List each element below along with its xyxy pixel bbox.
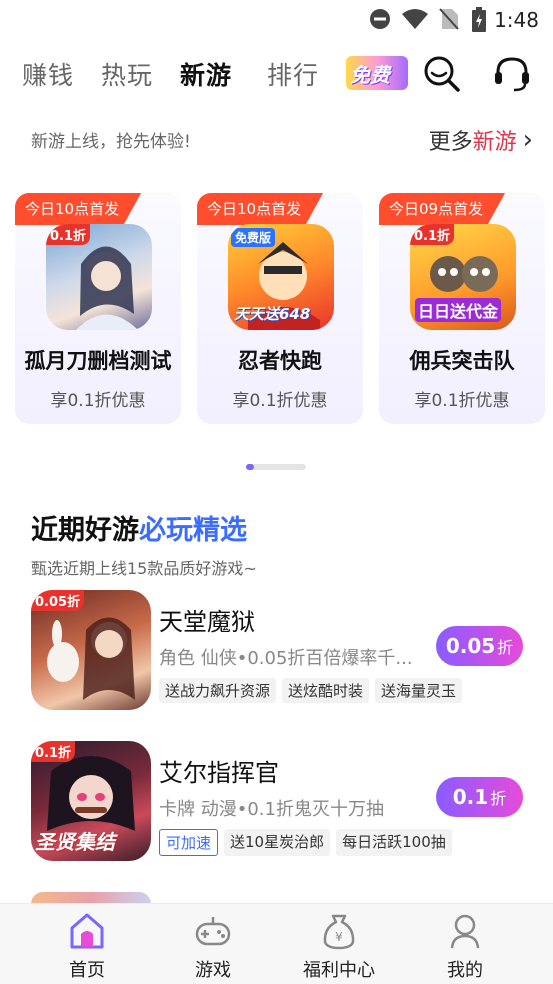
gamepad-icon — [195, 917, 231, 946]
battery-charging-icon — [472, 7, 486, 32]
discount-badge: 0.1折 — [46, 224, 91, 245]
release-time-tag: 今日10点首发 — [197, 193, 324, 225]
user-icon — [450, 914, 480, 949]
promo-text: 新游上线，抢先体验! — [31, 132, 191, 152]
more-highlight: 新游 — [472, 130, 517, 155]
discount-unit: 折 — [490, 789, 507, 808]
game-icon: 免费版 天天送648 — [228, 224, 334, 330]
more-new-games-link[interactable]: 更多 新游 › — [429, 124, 533, 156]
game-desc: 角色 仙侠•0.05折百倍爆率千... — [159, 648, 413, 669]
customer-service-icon[interactable] — [492, 54, 532, 94]
nav-mine-label: 我的 — [447, 960, 483, 981]
nav-home-label: 首页 — [69, 960, 105, 981]
section-subtitle: 甄选近期上线15款品质好游戏~ — [31, 559, 257, 578]
game-name: 艾尔指挥官 — [159, 759, 279, 787]
nav-welfare[interactable]: ¥ 福利中心 — [289, 904, 389, 984]
search-icon[interactable] — [422, 54, 462, 94]
game-icon: 0.05折 — [31, 590, 151, 710]
chevron-right-icon: › — [522, 125, 533, 155]
free-badge[interactable]: 免费 — [346, 56, 408, 90]
icon-caption: 日日送代金 — [415, 298, 502, 322]
section-title-prefix: 近期好游 — [31, 515, 139, 546]
free-badge-label: 免费 — [350, 63, 390, 87]
do-not-disturb-icon — [370, 9, 390, 29]
accelerate-chip: 可加速 — [159, 829, 219, 856]
home-icon — [70, 913, 104, 949]
discount-value: 0.05 — [445, 634, 496, 658]
status-time: 1:48 — [494, 8, 539, 32]
icon-caption: 圣贤集结 — [35, 830, 115, 854]
section-title-highlight: 必玩精选 — [139, 515, 247, 546]
nav-home[interactable]: 首页 — [37, 904, 137, 984]
new-game-card[interactable]: 今日10点首发 免费版 天天送648 忍者快跑 享0.1折优惠 — [197, 193, 363, 424]
nav-welfare-label: 福利中心 — [303, 960, 375, 981]
edition-badge: 免费版 — [231, 228, 276, 247]
game-name: 天堂魔狱 — [159, 608, 255, 636]
list-item[interactable]: 0.1折 圣贤集结 艾尔指挥官 卡牌 动漫•0.1折鬼灭十万抽 可加速 送10星… — [0, 741, 553, 866]
wifi-icon — [402, 9, 428, 29]
nav-games[interactable]: 游戏 — [163, 904, 263, 984]
game-tags: 送战力飙升资源 送炫酷时装 送海量灵玉 — [159, 678, 463, 703]
tab-earn[interactable]: 赚钱 — [22, 56, 74, 92]
benefit-chip: 送海量灵玉 — [375, 678, 463, 703]
new-game-card[interactable]: 今日10点首发 0.1折 孤月刀删档测试 享0.1折优惠 — [15, 193, 181, 424]
benefit-chip: 送炫酷时装 — [282, 678, 370, 703]
discount-unit: 折 — [497, 638, 514, 657]
game-name: 孤月刀删档测试 — [24, 349, 172, 373]
carousel-indicator — [246, 464, 306, 470]
benefit-chip: 送10星炭治郎 — [224, 829, 331, 856]
discount-button[interactable]: 0.05 折 — [436, 626, 523, 666]
section-title: 近期好游必玩精选 — [31, 508, 247, 547]
nav-mine[interactable]: 我的 — [415, 904, 515, 984]
game-name: 忍者快跑 — [238, 349, 322, 373]
discount-button[interactable]: 0.1 折 — [436, 777, 523, 817]
game-tags: 可加速 送10星炭治郎 每日活跃100抽 — [159, 829, 452, 856]
nav-games-label: 游戏 — [195, 960, 231, 981]
benefit-chip: 送战力飙升资源 — [159, 678, 277, 703]
benefit-chip: 每日活跃100抽 — [336, 829, 452, 856]
game-desc: 卡牌 动漫•0.1折鬼灭十万抽 — [159, 799, 384, 820]
discount-badge: 0.05折 — [31, 590, 85, 611]
svg-text:¥: ¥ — [335, 930, 343, 944]
status-bar: 1:48 — [0, 0, 553, 40]
icon-caption: 天天送648 — [234, 305, 311, 323]
discount-badge: 0.1折 — [31, 741, 76, 762]
discount-badge: 0.1折 — [410, 224, 455, 245]
money-bag-icon: ¥ — [323, 914, 355, 950]
tab-hot[interactable]: 热玩 — [101, 56, 153, 92]
new-game-card[interactable]: 今日09点首发 0.1折 日日送代金 佣兵突击队 享0.1折优惠 — [379, 193, 545, 424]
discount-text: 享0.1折优惠 — [50, 391, 146, 411]
game-icon: 0.1折 日日送代金 — [410, 224, 516, 330]
game-icon: 0.1折 圣贤集结 — [31, 741, 151, 861]
discount-value: 0.1 — [452, 785, 489, 809]
tab-new-games[interactable]: 新游 — [180, 56, 232, 92]
release-time-tag: 今日10点首发 — [15, 193, 142, 225]
discount-text: 享0.1折优惠 — [414, 391, 510, 411]
list-item[interactable]: 0.05折 天堂魔狱 角色 仙侠•0.05折百倍爆率千... 送战力飙升资源 送… — [0, 590, 553, 715]
more-prefix: 更多 — [428, 130, 473, 155]
discount-text: 享0.1折优惠 — [232, 391, 328, 411]
bottom-nav: 首页 游戏 ¥ 福利中心 我的 — [0, 903, 553, 984]
release-time-tag: 今日09点首发 — [379, 193, 506, 225]
no-sim-icon — [439, 8, 459, 30]
game-name: 佣兵突击队 — [409, 349, 515, 373]
game-icon: 0.1折 — [46, 224, 152, 330]
tab-ranking[interactable]: 排行 — [267, 56, 319, 92]
